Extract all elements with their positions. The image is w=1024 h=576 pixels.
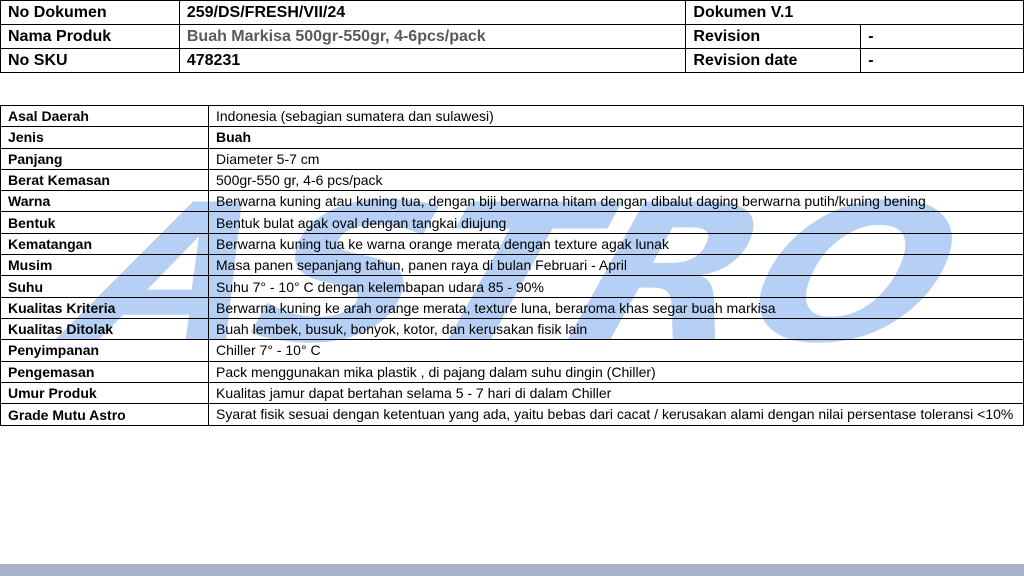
no-dokumen-label: No Dokumen [0,0,180,25]
spec-value: Diameter 5-7 cm [208,147,1024,170]
spec-row: Warna Berwarna kuning atau kuning tua, de… [0,190,1024,213]
spec-label: Berat Kemasan [0,168,209,192]
document-header-table: No Dokumen 259/DS/FRESH/VII/24 Dokumen V… [0,0,1024,73]
header-row-no-dokumen: No Dokumen 259/DS/FRESH/VII/24 Dokumen V… [0,0,1024,25]
spec-label: Kualitas Ditolak [0,317,209,341]
spec-label: Panjang [0,147,209,170]
spec-value: Chiller 7° - 10° C [208,339,1024,362]
spec-row: Kualitas Kriteria Berwarna kuning ke arah… [0,296,1024,319]
spec-label: Grade Mutu Astro [0,403,209,427]
spec-row: Umur Produk Kualitas jamur dapat bertahan… [0,381,1024,405]
header-row-nama-produk: Nama Produk Buah Markisa 500gr-550gr, 4-… [0,24,1024,49]
revision-date-label: Revision date [685,48,862,73]
spec-label: Penyimpanan [0,339,209,362]
revision-date-value: - [860,48,1024,73]
spec-value: Masa panen sepanjang tahun, panen raya d… [208,254,1024,277]
spec-row: Pengemasan Pack menggunakan mika plastik … [0,360,1024,383]
spec-value: Berwarna kuning ke arah orange merata, t… [208,296,1024,319]
spec-value: Suhu 7° - 10° C dengan kelembapan udara … [208,275,1024,298]
spec-label: Asal Daerah [0,104,209,128]
spec-label: Bentuk [0,211,209,234]
spec-value: Syarat fisik sesuai dengan ketentuan yan… [208,403,1024,427]
spec-label: Musim [0,254,209,277]
spec-value: Berwarna kuning atau kuning tua, dengan … [208,190,1024,213]
revision-label: Revision [685,24,862,49]
spec-row: Penyimpanan Chiller 7° - 10° C [0,339,1024,362]
spec-row: Suhu Suhu 7° - 10° C dengan kelembapan ud… [0,275,1024,298]
spec-value: Buah lembek, busuk, bonyok, kotor, dan k… [208,317,1024,341]
no-sku-label: No SKU [0,48,180,73]
spec-value: Pack menggunakan mika plastik , di pajan… [208,360,1024,383]
spec-label: Umur Produk [0,381,209,405]
spec-row: Kematangan Berwarna kuning tua ke warna o… [0,232,1024,256]
spec-value: Kualitas jamur dapat bertahan selama 5 -… [208,381,1024,405]
spec-row: Grade Mutu Astro Syarat fisik sesuai deng… [0,403,1024,427]
header-row-no-sku: No SKU 478231 Revision date - [0,48,1024,73]
spec-row: Berat Kemasan 500gr-550 gr, 4-6 pcs/pack [0,168,1024,192]
spec-label: Pengemasan [0,360,209,383]
footer-bar [0,564,1024,576]
spec-row: Bentuk Bentuk bulat agak oval dengan tang… [0,211,1024,234]
spec-row: Asal Daerah Indonesia (sebagian sumatera … [0,104,1024,128]
spec-value: Buah [208,126,1024,149]
spec-value: Indonesia (sebagian sumatera dan sulawes… [208,104,1024,128]
spec-label: Warna [0,190,209,213]
spec-label: Suhu [0,275,209,298]
spec-label: Kualitas Kriteria [0,296,209,319]
spec-label: Jenis [0,126,209,149]
spec-row: Kualitas Ditolak Buah lembek, busuk, bony… [0,317,1024,341]
spec-row: Musim Masa panen sepanjang tahun, panen r… [0,254,1024,277]
no-dokumen-value: 259/DS/FRESH/VII/24 [178,0,687,25]
spec-value: Bentuk bulat agak oval dengan tangkai di… [208,211,1024,234]
dokumen-version: Dokumen V.1 [685,0,1024,25]
nama-produk-label: Nama Produk [0,24,180,49]
spec-label: Kematangan [0,232,209,256]
spec-row: Panjang Diameter 5-7 cm [0,147,1024,170]
nama-produk-value: Buah Markisa 500gr-550gr, 4-6pcs/pack [178,24,687,49]
spec-value: 500gr-550 gr, 4-6 pcs/pack [208,168,1024,192]
spec-row: Jenis Buah [0,126,1024,149]
revision-value: - [860,24,1024,49]
spec-value: Berwarna kuning tua ke warna orange mera… [208,232,1024,256]
specification-table: Asal Daerah Indonesia (sebagian sumatera … [0,104,1024,427]
no-sku-value: 478231 [178,48,687,73]
